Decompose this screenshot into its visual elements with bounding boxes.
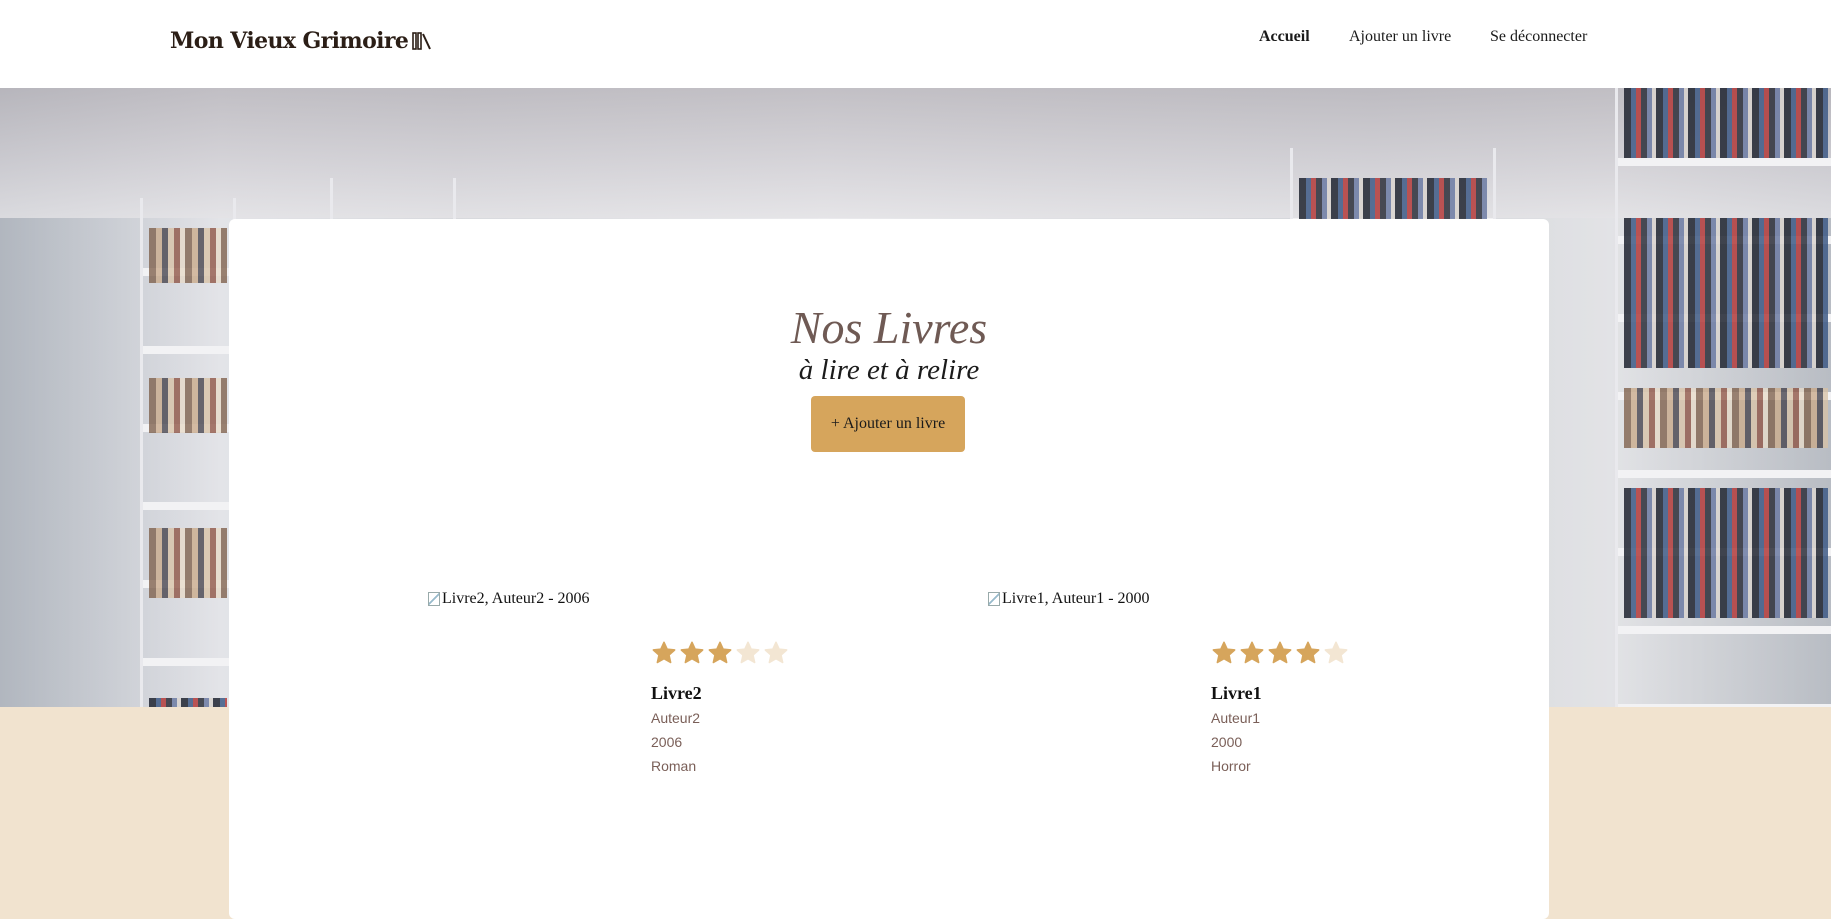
star-empty-icon (736, 641, 760, 664)
star-filled-icon (1296, 641, 1320, 664)
nav-ajouter-livre[interactable]: Ajouter un livre (1349, 28, 1451, 46)
star-filled-icon (1240, 641, 1264, 664)
books-panel: Nos Livres à lire et à relire + Ajouter … (229, 219, 1549, 919)
page-title: Nos Livres (790, 302, 988, 353)
book-title: Livre2 (651, 683, 702, 703)
star-filled-icon (1268, 641, 1292, 664)
book-cover-image[interactable]: Livre1, Auteur1 - 2000 (988, 590, 1150, 608)
book-cover-alt: Livre2, Auteur2 - 2006 (442, 590, 590, 607)
shelf (1615, 88, 1831, 707)
star-filled-icon (652, 641, 676, 664)
book-card[interactable]: Livre1, Auteur1 - 2000 Livre1 Auteur1 20… (988, 590, 1388, 790)
broken-image-icon (428, 592, 440, 606)
book-rating (1211, 640, 1349, 666)
book-card[interactable]: Livre2, Auteur2 - 2006 Livre2 Auteur2 20… (428, 590, 828, 790)
logo-text: Mon Vieux Grimoire (170, 28, 409, 54)
book-rating (651, 640, 789, 666)
book-genre: Roman (651, 758, 697, 774)
star-filled-icon (680, 641, 704, 664)
book-title: Livre1 (1211, 683, 1262, 703)
book-genre: Horror (1211, 758, 1251, 774)
book-cover-image[interactable]: Livre2, Auteur2 - 2006 (428, 590, 590, 608)
site-logo[interactable]: Mon Vieux Grimoire (170, 28, 432, 54)
star-empty-icon (1324, 641, 1348, 664)
book-year: 2000 (1211, 734, 1243, 750)
book-author: Auteur1 (1211, 710, 1261, 726)
add-book-button[interactable]: + Ajouter un livre (811, 396, 965, 452)
nav-se-deconnecter[interactable]: Se déconnecter (1490, 28, 1587, 46)
star-filled-icon (1212, 641, 1236, 664)
shelf (140, 198, 236, 707)
nav-accueil[interactable]: Accueil (1259, 28, 1310, 46)
hero-ceiling (0, 88, 1831, 218)
page-subtitle: à lire et à relire (798, 354, 980, 386)
book-year: 2006 (651, 734, 683, 750)
star-filled-icon (708, 641, 732, 664)
broken-image-icon (988, 592, 1000, 606)
top-header: Mon Vieux Grimoire Accueil Ajouter un li… (0, 0, 1831, 88)
star-empty-icon (764, 641, 788, 664)
book-author: Auteur2 (651, 710, 701, 726)
book-cover-alt: Livre1, Auteur1 - 2000 (1002, 590, 1150, 607)
books-icon (412, 32, 432, 50)
